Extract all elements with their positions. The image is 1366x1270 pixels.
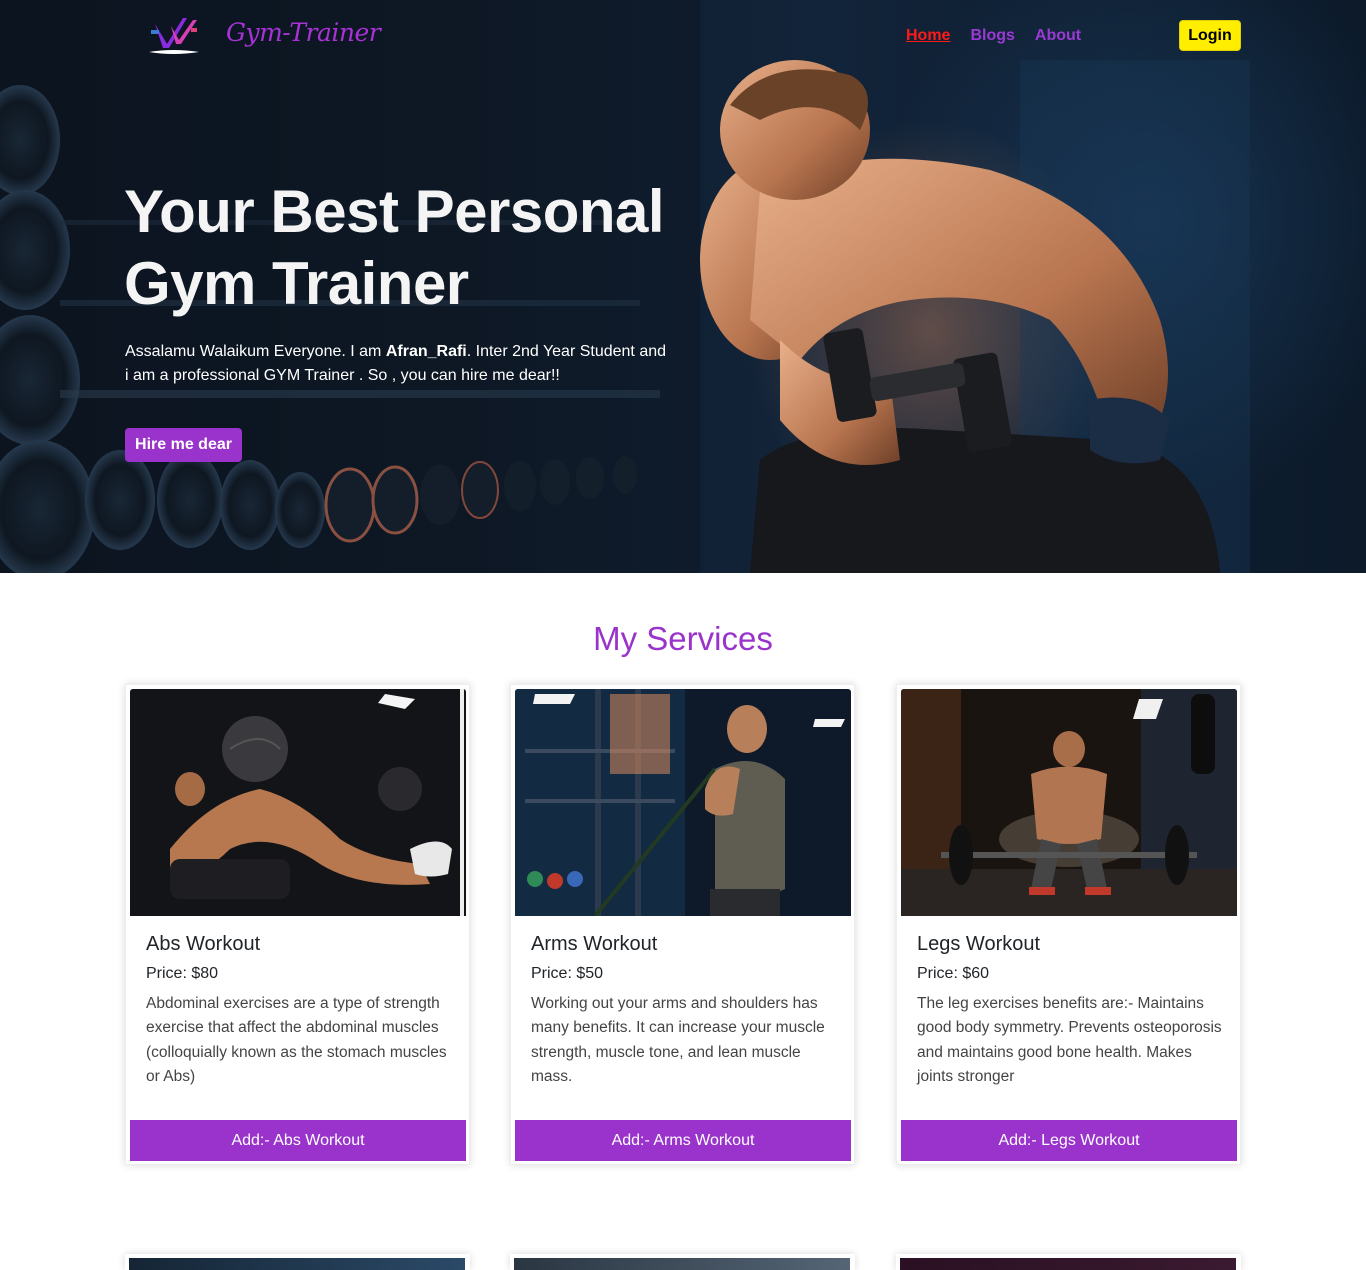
hire-me-button[interactable]: Hire me dear bbox=[125, 428, 242, 462]
service-card-next-2 bbox=[510, 1254, 855, 1270]
card-price: Price: $60 bbox=[917, 965, 990, 982]
nav-link-about[interactable]: About bbox=[1035, 27, 1081, 45]
card-description: Abdominal exercises are a type of streng… bbox=[146, 995, 447, 1085]
abs-workout-image bbox=[130, 689, 466, 916]
card-price: Price: $80 bbox=[146, 965, 219, 982]
navbar: Gym-Trainer Home Blogs About Login bbox=[0, 0, 1366, 74]
service-card-legs: Legs Workout Price: $60 The leg exercise… bbox=[896, 684, 1241, 1165]
service-card-next-3 bbox=[896, 1254, 1241, 1270]
service-card-arms: Arms Workout Price: $50 Working out your… bbox=[510, 684, 855, 1165]
nav-link-home[interactable]: Home bbox=[906, 27, 950, 45]
brand-name[interactable]: Gym-Trainer bbox=[226, 18, 381, 47]
card-price: Price: $50 bbox=[531, 965, 604, 982]
service-card-abs: Abs Workout Price: $80 Abdominal exercis… bbox=[125, 684, 470, 1165]
login-button[interactable]: Login bbox=[1179, 20, 1241, 51]
brand-logo-icon[interactable] bbox=[143, 12, 205, 58]
add-arms-workout-button[interactable]: Add:- Arms Workout bbox=[515, 1120, 851, 1161]
card-image-partial bbox=[129, 1258, 465, 1270]
nav-link-blogs[interactable]: Blogs bbox=[970, 27, 1014, 45]
service-card-next-1 bbox=[125, 1254, 470, 1270]
card-description: The leg exercises benefits are:- Maintai… bbox=[917, 995, 1222, 1085]
add-legs-workout-button[interactable]: Add:- Legs Workout bbox=[901, 1120, 1237, 1161]
hero-title-line2: Gym Trainer bbox=[124, 250, 469, 317]
card-title: Legs Workout bbox=[917, 933, 1041, 955]
nav-links: Home Blogs About bbox=[906, 27, 1081, 45]
hero-intro-before: Assalamu Walaikum Everyone. I am bbox=[125, 343, 386, 360]
card-title: Arms Workout bbox=[531, 933, 658, 955]
hero-intro-text: Assalamu Walaikum Everyone. I am Afran_R… bbox=[125, 340, 670, 388]
card-title: Abs Workout bbox=[146, 933, 261, 955]
trainer-figure-image bbox=[700, 60, 1250, 573]
hero-title: Your Best Personal Gym Trainer bbox=[124, 176, 684, 320]
legs-workout-image bbox=[901, 689, 1237, 916]
card-image-partial bbox=[514, 1258, 850, 1270]
arms-workout-image bbox=[515, 689, 851, 916]
hero-title-line1: Your Best Personal bbox=[124, 178, 665, 245]
hero-trainer-name: Afran_Rafi bbox=[385, 343, 467, 360]
add-abs-workout-button[interactable]: Add:- Abs Workout bbox=[130, 1120, 466, 1161]
card-image-partial bbox=[900, 1258, 1236, 1270]
services-heading: My Services bbox=[593, 620, 773, 657]
card-description: Working out your arms and shoulders has … bbox=[531, 995, 825, 1085]
